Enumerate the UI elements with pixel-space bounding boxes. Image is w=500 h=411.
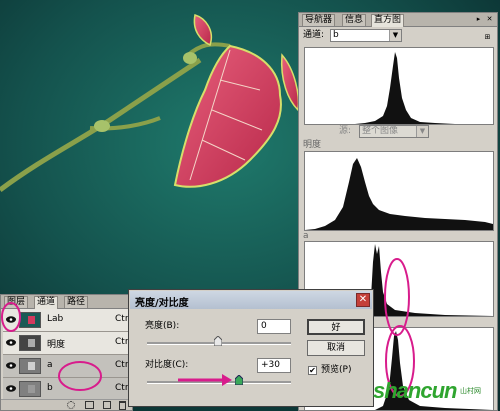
annotation-overlay [1,258,415,397]
annotation-arrow-head [222,374,232,386]
watermark: shancun [373,378,457,403]
annotation-circle-b-channel [58,361,102,391]
watermark-sub: 山村网 [460,387,481,395]
annotation-circle-eye [1,302,21,332]
annotation-circle-histogram [384,258,410,336]
